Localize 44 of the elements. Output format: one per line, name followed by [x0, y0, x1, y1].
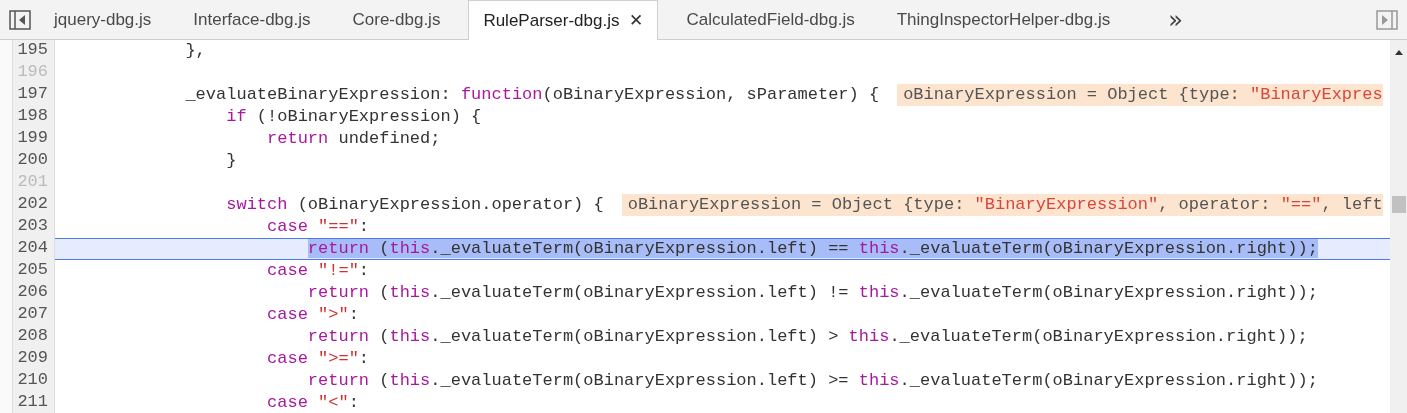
code-line: return (this._evaluateTerm(oBinaryExpression.left) >= this._evaluateTerm(oBinaryExpression.right)); [306, 370, 1318, 392]
code-line: case "!=": [266, 260, 370, 282]
code-line: return undefined; [266, 128, 441, 150]
code-line: case ">=": [266, 348, 370, 370]
line-number: 207 [13, 304, 55, 326]
file-tab[interactable]: Interface-dbg.js [179, 0, 325, 39]
line-number: 195 [13, 40, 55, 62]
code-line: }, [184, 40, 206, 62]
line-number: 198 [13, 106, 55, 128]
scrollbar-thumb[interactable] [1391, 196, 1406, 213]
line-number: 202 [13, 194, 55, 216]
line-number: 203 [13, 216, 55, 238]
scroll-up-icon[interactable] [1393, 48, 1404, 56]
line-number: 204 [13, 238, 55, 260]
line-number: 206 [13, 282, 55, 304]
line-number: 210 [13, 370, 55, 392]
code-line: case "==": [266, 216, 370, 238]
line-number: 205 [13, 260, 55, 282]
file-tab[interactable]: RuleParser-dbg.js ✕ [468, 0, 659, 40]
line-number: 200 [13, 150, 55, 172]
code-line: case ">": [266, 304, 359, 326]
close-icon[interactable]: ✕ [629, 10, 644, 31]
code-line: _evaluateBinaryExpression: function(oBinaryExpression, sParameter) { [184, 84, 880, 106]
code-line: case "<": [266, 392, 359, 413]
code-line: return (this._evaluateTerm(oBinaryExpression.left) != this._evaluateTerm(oBinaryExpression.right)); [306, 282, 1318, 304]
line-number: 199 [13, 128, 55, 150]
file-tab[interactable]: ThingInspectorHelper-dbg.js [882, 0, 1125, 39]
line-number: 209 [13, 348, 55, 370]
file-tab[interactable]: CalculatedField-dbg.js [672, 0, 869, 39]
scrollbar[interactable] [1390, 40, 1407, 413]
file-tab[interactable]: jquery-dbg.js [40, 0, 166, 39]
code-line: if (!oBinaryExpression) { [225, 106, 482, 128]
inline-value: oBinaryExpression = Object {type: "BinaryExpres [897, 84, 1383, 106]
inline-value: oBinaryExpression = Object {type: "BinaryExpression", operator: "==", left [621, 194, 1383, 216]
code-line: switch (oBinaryExpression.operator) { [225, 194, 604, 216]
line-number: 211 [13, 392, 55, 413]
file-tab[interactable]: Core-dbg.js [338, 0, 455, 39]
panel-toggle-icon[interactable] [1376, 9, 1398, 30]
code-line: return (this._evaluateTerm(oBinaryExpression.left) > this._evaluateTerm(oBinaryExpression.right)); [306, 326, 1308, 348]
line-number: 208 [13, 326, 55, 348]
code-line: } [225, 150, 237, 172]
line-number: 197 [13, 84, 55, 106]
sidebar-toggle-icon[interactable] [9, 9, 31, 30]
more-tabs-button[interactable]: » [1158, 5, 1193, 34]
